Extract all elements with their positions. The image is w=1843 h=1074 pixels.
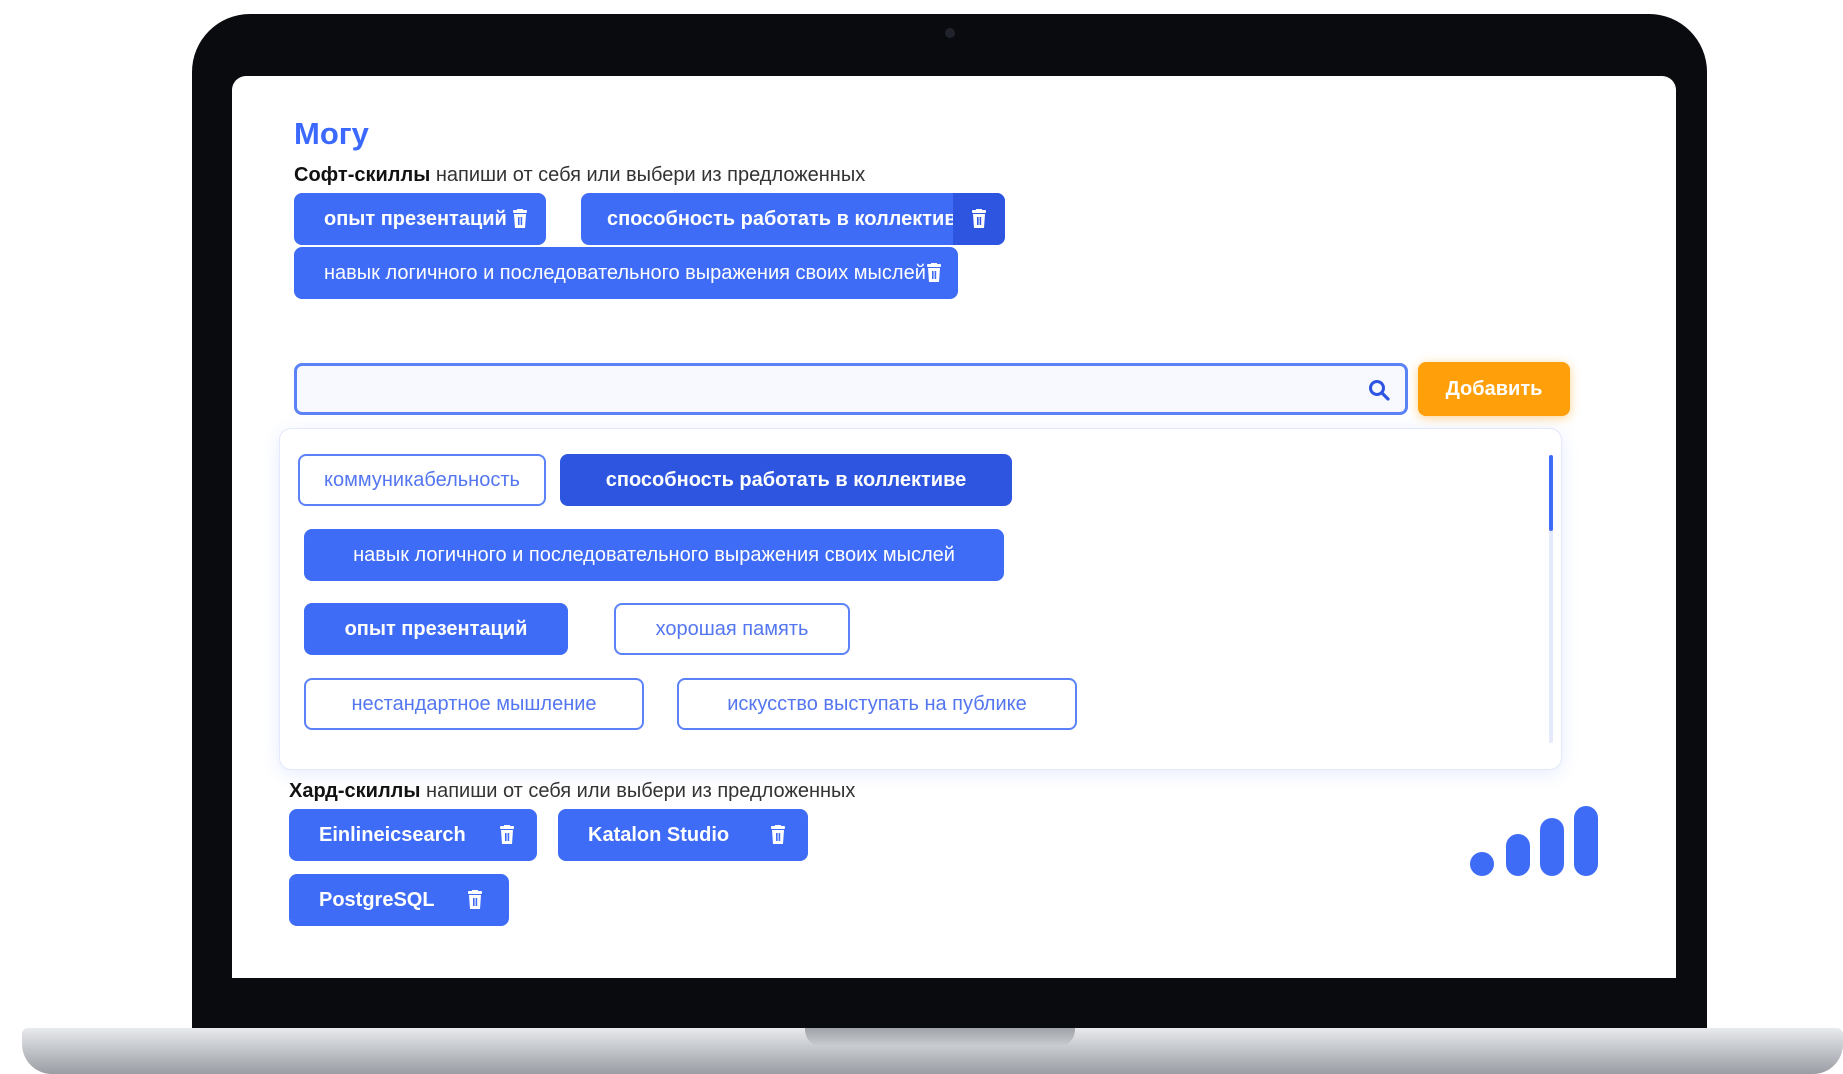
hard-skills-label-bold: Хард-скиллы [289, 780, 421, 802]
selected-skill-chip: способность работать в коллективе [581, 193, 1005, 245]
suggestion-chip[interactable]: коммуникабельность [298, 454, 546, 506]
skill-search-input[interactable] [297, 366, 1405, 412]
suggestion-chip[interactable]: хорошая память [614, 603, 850, 655]
selected-skill-chip: Katalon Studio [558, 809, 808, 861]
page-title: Могу [294, 116, 369, 151]
trash-icon[interactable] [508, 207, 532, 231]
trash-icon[interactable] [463, 888, 487, 912]
selected-skill-chip: навык логичного и последовательного выра… [294, 247, 958, 299]
laptop-notch [805, 1028, 1075, 1046]
signal-bars-logo [1470, 806, 1598, 876]
chip-label: навык логичного и последовательного выра… [324, 261, 926, 284]
chip-label: способность работать в коллективе [607, 207, 968, 230]
chip-label: Einlineicsearch [319, 823, 466, 846]
chip-label: PostgreSQL [319, 888, 435, 911]
scrollbar[interactable] [1549, 455, 1553, 743]
soft-skills-label-bold: Софт-скиллы [294, 164, 431, 186]
soft-skills-label: Софт-скиллы напиши от себя или выбери из… [294, 164, 865, 187]
add-button[interactable]: Добавить [1418, 362, 1570, 416]
hard-skills-label-hint: напиши от себя или выбери из предложенны… [420, 780, 856, 802]
suggestion-chip[interactable]: навык логичного и последовательного выра… [304, 529, 1004, 581]
selected-skill-chip: опыт презентаций [294, 193, 546, 245]
soft-skills-label-hint: напиши от себя или выбери из предложенны… [430, 164, 866, 186]
chip-label: опыт презентаций [324, 207, 507, 230]
search-icon[interactable] [1367, 378, 1391, 402]
suggestion-chip[interactable]: нестандартное мышление [304, 678, 644, 730]
scrollbar-thumb[interactable] [1549, 455, 1553, 531]
trash-icon[interactable] [922, 261, 946, 285]
selected-skill-chip: PostgreSQL [289, 874, 509, 926]
screen: Могу Софт-скиллы напиши от себя или выбе… [232, 76, 1676, 978]
suggestion-chip[interactable]: способность работать в коллективе [560, 454, 1012, 506]
hard-skills-label: Хард-скиллы напиши от себя или выбери из… [289, 780, 855, 803]
trash-icon[interactable] [953, 193, 1005, 245]
trash-icon[interactable] [495, 823, 519, 847]
suggestions-panel: коммуникабельность способность работать … [279, 428, 1562, 770]
chip-label: Katalon Studio [588, 823, 730, 846]
camera-dot [945, 28, 955, 38]
trash-icon[interactable] [766, 823, 790, 847]
suggestion-chip[interactable]: опыт презентаций [304, 603, 568, 655]
selected-skill-chip: Einlineicsearch [289, 809, 537, 861]
skill-search-field [294, 363, 1408, 415]
suggestion-chip[interactable]: искусство выступать на публике [677, 678, 1077, 730]
